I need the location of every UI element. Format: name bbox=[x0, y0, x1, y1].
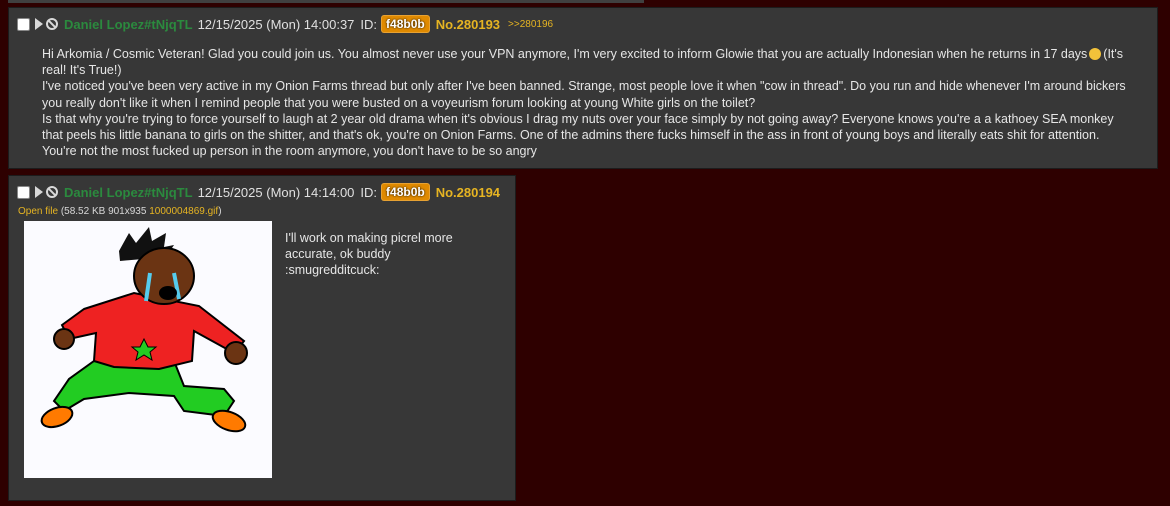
post-number-link[interactable]: No.280193 bbox=[436, 17, 500, 32]
expand-arrow-icon[interactable] bbox=[35, 18, 43, 30]
attached-image-thumbnail[interactable] bbox=[24, 221, 272, 478]
message-line: Hi Arkomia / Cosmic Veteran! Glad you co… bbox=[42, 47, 1088, 61]
hide-post-icon[interactable] bbox=[46, 18, 58, 30]
file-meta: (58.52 KB 901x935 bbox=[60, 206, 147, 217]
post-message: Hi Arkomia / Cosmic Veteran! Glad you co… bbox=[42, 46, 1132, 159]
file-name-link[interactable]: 1000004869.gif bbox=[149, 206, 218, 217]
message-line: :smugredditcuck: bbox=[285, 263, 380, 278]
message-line: Is that why you're trying to force yours… bbox=[42, 111, 1114, 159]
post-datetime: 12/15/2025 (Mon) 14:00:37 bbox=[197, 16, 355, 32]
file-meta-close: ) bbox=[218, 206, 222, 217]
file-info: Open file (58.52 KB 901x935 1000004869.g… bbox=[18, 206, 222, 217]
post-message: I'll work on making picrel more accurate… bbox=[285, 230, 505, 279]
post-header: Daniel Lopez#tNjqTL 12/15/2025 (Mon) 14:… bbox=[17, 14, 553, 34]
top-divider bbox=[8, 0, 644, 3]
hide-post-icon[interactable] bbox=[46, 186, 58, 198]
backlink[interactable]: >>280196 bbox=[508, 19, 553, 30]
id-label: ID: bbox=[360, 184, 378, 200]
author-name[interactable]: Daniel Lopez#tNjqTL bbox=[64, 17, 193, 32]
poster-id-badge[interactable]: f48b0b bbox=[381, 183, 430, 201]
post-header: Daniel Lopez#tNjqTL 12/15/2025 (Mon) 14:… bbox=[17, 182, 508, 202]
select-checkbox[interactable] bbox=[17, 17, 30, 31]
select-checkbox[interactable] bbox=[17, 185, 30, 199]
open-file-link[interactable]: Open file bbox=[18, 206, 58, 217]
crying-cartoon-figure-image bbox=[40, 227, 248, 433]
post-datetime: 12/15/2025 (Mon) 14:14:00 bbox=[197, 184, 355, 200]
poster-id-badge[interactable]: f48b0b bbox=[381, 15, 430, 33]
post-280194: Daniel Lopez#tNjqTL 12/15/2025 (Mon) 14:… bbox=[8, 175, 516, 501]
shushing-face-emoji-icon bbox=[1089, 48, 1102, 60]
message-line: I'll work on making picrel more accurate… bbox=[285, 231, 453, 262]
message-line: I've noticed you've been very active in … bbox=[42, 79, 1126, 110]
id-label: ID: bbox=[360, 16, 378, 32]
post-number-link[interactable]: No.280194 bbox=[436, 185, 500, 200]
post-280193: Daniel Lopez#tNjqTL 12/15/2025 (Mon) 14:… bbox=[8, 7, 1158, 169]
author-name[interactable]: Daniel Lopez#tNjqTL bbox=[64, 185, 193, 200]
expand-arrow-icon[interactable] bbox=[35, 186, 43, 198]
